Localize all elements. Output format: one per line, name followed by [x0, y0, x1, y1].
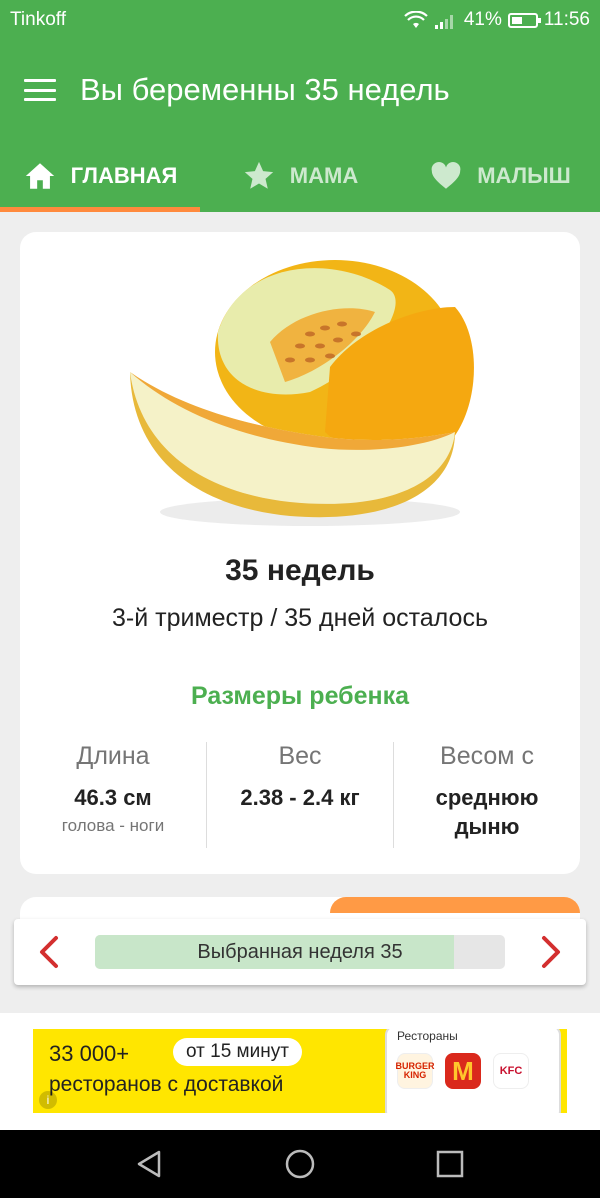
ad-content[interactable]: 33 000+ от 15 минут ресторанов с доставк…: [33, 1029, 567, 1113]
battery-icon: [507, 12, 541, 28]
page-title: Вы беременны 35 недель: [80, 72, 450, 107]
app-bar: Вы беременны 35 недель: [0, 40, 600, 140]
back-icon[interactable]: [133, 1147, 167, 1181]
week-selector: Выбранная неделя 35: [14, 919, 586, 985]
battery-percent: 41%: [463, 9, 502, 30]
ad-subline: ресторанов с доставкой: [49, 1073, 284, 1096]
stat-compare: Весом с среднюю дыню: [394, 742, 580, 848]
melon-image: [130, 260, 474, 526]
baby-stats: Длина 46.3 см голова - ноги Вес 2.38 - 2…: [20, 742, 580, 848]
stat-compare-value: среднюю дыню: [435, 785, 539, 839]
mcdonalds-logo: M: [445, 1053, 481, 1089]
wifi-icon: [404, 11, 428, 28]
stat-weight-label: Вес: [278, 742, 322, 770]
ad-phone-mockup: Рестораны BURGER KING M KFC: [385, 1029, 561, 1113]
heart-icon: [431, 161, 461, 189]
ad-headline: 33 000+: [49, 1041, 130, 1066]
tab-mom[interactable]: МАМА: [200, 140, 400, 212]
tab-main-label: ГЛАВНАЯ: [70, 163, 178, 188]
stat-length-label: Длина: [76, 742, 150, 770]
stat-length-sub: голова - ноги: [61, 816, 165, 835]
stat-weight-value: 2.38 - 2.4 кг: [240, 785, 360, 810]
weeks-heading: 35 недель: [225, 554, 375, 587]
info-icon[interactable]: i: [39, 1091, 57, 1109]
burger-king-logo: BURGER KING: [396, 1053, 435, 1089]
week-progress[interactable]: Выбранная неделя 35: [95, 935, 505, 969]
prev-week-icon[interactable]: [28, 930, 72, 974]
stat-weight: Вес 2.38 - 2.4 кг: [207, 742, 394, 848]
home-button-icon[interactable]: [283, 1147, 317, 1181]
tab-main[interactable]: ГЛАВНАЯ: [0, 140, 200, 212]
star-icon: [244, 161, 273, 189]
tab-mom-label: МАМА: [289, 163, 359, 188]
ad-banner: 33 000+ от 15 минут ресторанов с доставк…: [0, 1013, 600, 1130]
week-progress-label: Выбранная неделя 35: [197, 941, 403, 963]
baby-sizes-title: Размеры ребенка: [190, 682, 410, 710]
carrier-name: Tinkoff: [10, 9, 66, 30]
next-week-icon[interactable]: [528, 930, 572, 974]
status-bar: Tinkoff 41% 11:56: [0, 0, 600, 40]
week-info-card: 35 недель 3-й триместр / 35 дней осталос…: [20, 232, 580, 874]
tab-bar: ГЛАВНАЯ МАМА МАЛЫШ: [0, 140, 600, 212]
status-icons: 41% 11:56: [404, 9, 590, 31]
kfc-logo: KFC: [493, 1053, 529, 1089]
ad-pill: от 15 минут: [173, 1038, 302, 1066]
menu-icon[interactable]: [24, 79, 56, 101]
stat-compare-label: Весом с: [440, 742, 534, 770]
tab-baby[interactable]: МАЛЫШ: [400, 140, 600, 212]
trimester-text: 3-й триместр / 35 дней осталось: [112, 604, 488, 632]
ad-phone-title: Рестораны: [397, 1029, 458, 1043]
stat-length: Длина 46.3 см голова - ноги: [20, 742, 207, 848]
home-icon: [25, 163, 54, 189]
clock: 11:56: [543, 9, 590, 30]
next-card-accent: [330, 897, 580, 913]
recents-icon[interactable]: [433, 1147, 467, 1181]
signal-icon: [434, 15, 453, 29]
tab-baby-label: МАЛЫШ: [477, 163, 571, 188]
stat-length-value: 46.3 см: [74, 785, 152, 810]
system-navigation-bar: [0, 1130, 600, 1198]
